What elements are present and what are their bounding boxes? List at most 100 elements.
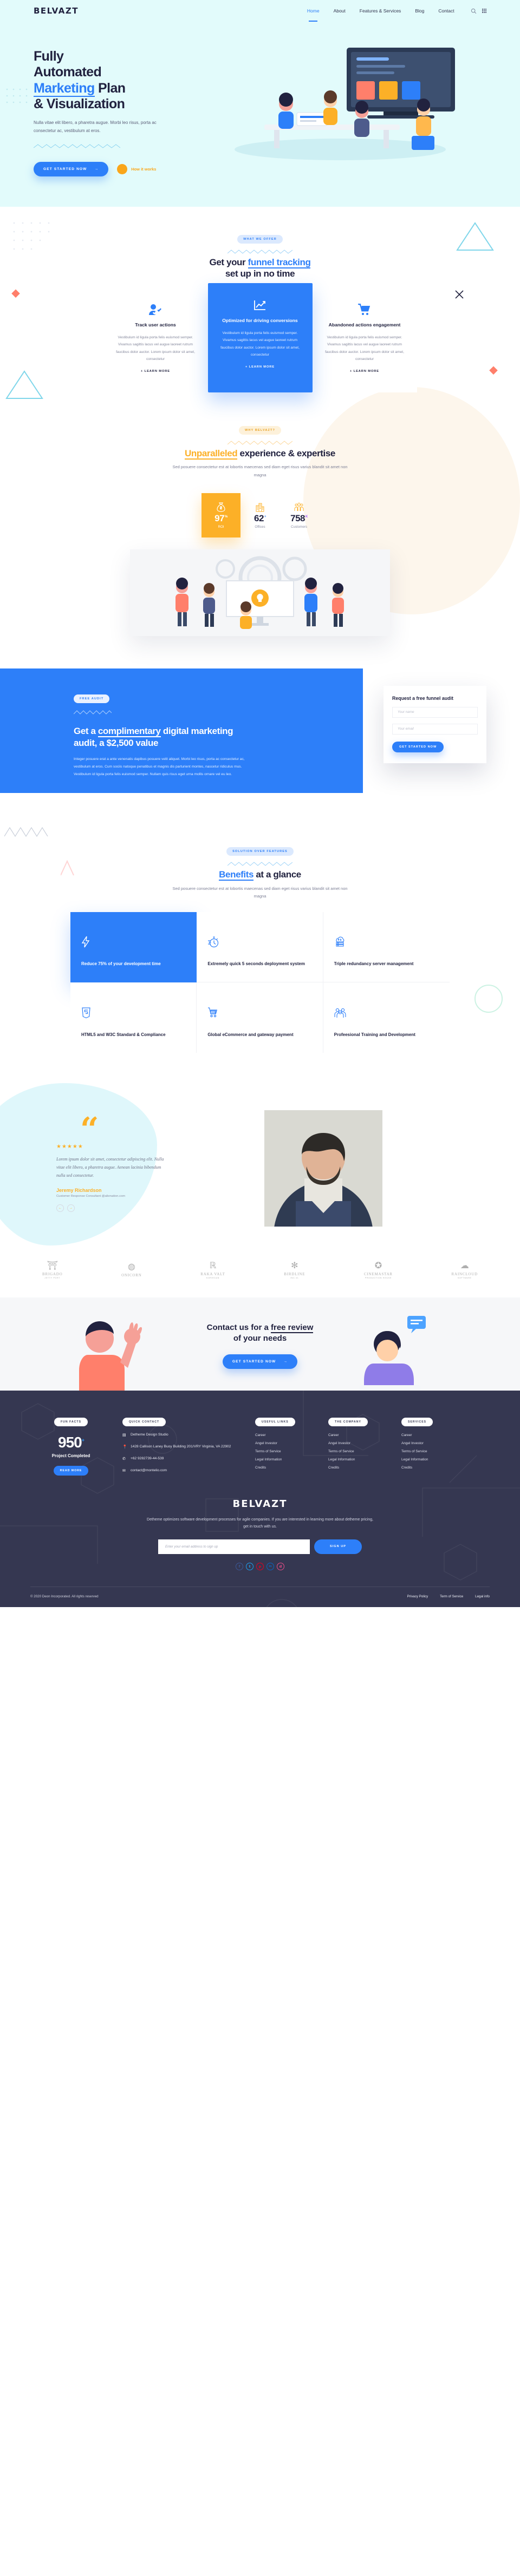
offer-card-title: Track user actions bbox=[135, 322, 176, 328]
offer-card-learn-more[interactable]: + LEARN MORE bbox=[219, 365, 302, 369]
offer-card-learn-more[interactable]: + LEARN MORE bbox=[323, 370, 406, 373]
nav-item-features-services[interactable]: Features & Services bbox=[360, 8, 401, 14]
audit-title-a: Get a bbox=[74, 725, 98, 736]
benefit-cell-html5-w3c[interactable]: HTML5 and W3C Standard & Compliance bbox=[70, 982, 197, 1053]
why-section: WHY BELVAZT? Unparalleled experience & e… bbox=[0, 386, 520, 636]
client-logos: ⛩ BRIGADO JETTY PORT ◍ ONICORN ℝ RAKA VA… bbox=[0, 1246, 520, 1297]
footer-link[interactable]: Angel Investor bbox=[255, 1441, 317, 1445]
testimonial-nav: ← → bbox=[56, 1204, 165, 1212]
benefit-title: Global eCommerce and gateway payment bbox=[207, 1032, 294, 1038]
audit-email-input[interactable]: Your email bbox=[392, 723, 478, 735]
search-icon[interactable] bbox=[471, 8, 477, 14]
footer-link[interactable]: Legal Information bbox=[328, 1458, 391, 1461]
hero-title-line2: Automated bbox=[34, 64, 102, 80]
how-it-works-link[interactable]: ▶ How it works bbox=[117, 163, 157, 174]
benefit-cell-ecommerce[interactable]: Global eCommerce and gateway payment bbox=[197, 982, 323, 1053]
testimonial-section: “ ★★★★★ Lorem ipsum dolor sit amet, cons… bbox=[0, 1083, 520, 1246]
quote-mark-icon: “ bbox=[80, 1111, 99, 1149]
footer-link[interactable]: Terms of Service bbox=[328, 1450, 391, 1453]
pinterest-icon[interactable]: p bbox=[256, 1562, 264, 1570]
team-illustration bbox=[130, 549, 390, 636]
arrow-left-icon[interactable]: ← bbox=[56, 1204, 64, 1212]
audit-title: Get a complimentary digital marketing au… bbox=[74, 725, 255, 749]
footer-link[interactable]: Legal Information bbox=[401, 1458, 464, 1461]
play-icon: ▶ bbox=[117, 163, 128, 174]
audit-body: Integer posuere erat a ante venenatis da… bbox=[74, 757, 245, 776]
newsletter-signup-button[interactable]: SIGN UP bbox=[314, 1539, 362, 1554]
nav-item-blog[interactable]: Blog bbox=[415, 8, 424, 14]
offer-card[interactable]: Abandoned actions engagement Vestibulum … bbox=[312, 292, 417, 392]
footer-link[interactable]: Angel Investor bbox=[328, 1441, 391, 1445]
hero-get-started-button[interactable]: GET STARTED NOW → bbox=[34, 161, 109, 176]
site-logo[interactable]: BELVAZT bbox=[34, 6, 79, 16]
footer-newsletter-area: BELVAZT Detheme optimizes software devel… bbox=[0, 1496, 520, 1587]
footer-link[interactable]: Credits bbox=[401, 1466, 464, 1470]
location-pin-icon: 📍 bbox=[122, 1445, 127, 1449]
offer-card-learn-more[interactable]: + LEARN MORE bbox=[114, 370, 197, 373]
arrow-right-icon[interactable]: → bbox=[67, 1204, 75, 1212]
birdline-mark-icon: ✻ bbox=[291, 1261, 298, 1271]
contact-email[interactable]: ✉ contact@montelio.com bbox=[122, 1468, 244, 1474]
offer-card[interactable]: Track user actions Vestibulum id ligula … bbox=[103, 292, 208, 392]
brigado-mark-icon: ⛩ bbox=[47, 1261, 58, 1271]
offer-card-featured[interactable]: Optimized for driving conversions Vestib… bbox=[207, 283, 313, 392]
footer-link[interactable]: Terms of Service bbox=[255, 1450, 317, 1453]
footer-link[interactable]: Terms of Service bbox=[401, 1450, 464, 1453]
facebook-icon[interactable]: f bbox=[236, 1562, 243, 1570]
stat-value: 758K bbox=[290, 513, 308, 523]
legal-info-link[interactable]: Legal info bbox=[475, 1595, 490, 1598]
footer-read-more-button[interactable]: READ MORE bbox=[53, 1465, 89, 1476]
html5-shield-icon bbox=[81, 1007, 185, 1019]
offer-title-accent: funnel tracking bbox=[248, 257, 311, 268]
contact-phone[interactable]: ✆ +62 9282739-44-539 bbox=[122, 1456, 244, 1462]
linkedin-icon[interactable]: in bbox=[266, 1562, 274, 1570]
benefit-cell-quick-deployment[interactable]: Extremely quick 5 seconds deployment sys… bbox=[197, 912, 323, 983]
dribbble-icon[interactable]: d bbox=[277, 1562, 284, 1570]
shopping-cart-icon bbox=[323, 304, 406, 316]
terms-of-service-link[interactable]: Term of Service bbox=[440, 1595, 463, 1598]
hero-title-line4: & Visualization bbox=[34, 96, 125, 112]
footer-link[interactable]: Angel Investor bbox=[401, 1441, 464, 1445]
team-icon bbox=[334, 1007, 439, 1018]
client-logo: ◍ ONICORN bbox=[121, 1263, 142, 1278]
buildings-icon bbox=[244, 502, 276, 512]
footer-link[interactable]: Legal Information bbox=[255, 1458, 317, 1461]
benefit-cell-training[interactable]: Profeesional Training and Development bbox=[323, 982, 450, 1053]
privacy-policy-link[interactable]: Privacy Policy bbox=[407, 1595, 428, 1598]
audit-name-input[interactable]: Your name bbox=[392, 706, 478, 718]
nav-item-contact[interactable]: Contact bbox=[438, 8, 454, 14]
benefit-title: Reduce 75% of your development time bbox=[81, 961, 161, 967]
audit-form-card: Request a free funnel audit Your name Yo… bbox=[384, 685, 486, 763]
benefit-cell-reduce-dev-time[interactable]: Reduce 75% of your development time bbox=[70, 912, 197, 983]
how-it-works-label: How it works bbox=[131, 166, 157, 172]
arrow-right-icon: → bbox=[283, 1359, 288, 1364]
client-name: CINEMASTAR bbox=[363, 1272, 393, 1277]
client-name: BRIGADO bbox=[42, 1272, 63, 1277]
twitter-icon[interactable]: t bbox=[246, 1562, 253, 1570]
nav-item-home[interactable]: Home bbox=[307, 8, 320, 14]
footer-link[interactable]: Career bbox=[401, 1433, 464, 1437]
footer-link[interactable]: Credits bbox=[255, 1466, 317, 1470]
footer-logo[interactable]: BELVAZT bbox=[0, 1498, 520, 1510]
offer-section: WHAT WE OFFER Get your funnel tracking s… bbox=[0, 207, 520, 399]
grid-menu-icon[interactable] bbox=[482, 8, 486, 14]
footer-link[interactable]: Career bbox=[328, 1433, 391, 1437]
footer-link[interactable]: Credits bbox=[328, 1466, 391, 1470]
client-logo: ✪ CINEMASTAR PRODUCTION HOUSE bbox=[363, 1262, 393, 1280]
phone-icon: ✆ bbox=[122, 1457, 126, 1461]
zigzag-divider-icon bbox=[227, 440, 292, 445]
audit-submit-button[interactable]: GET STARTED NOW bbox=[392, 741, 444, 752]
newsletter-email-input[interactable]: Enter your email address to sign up bbox=[158, 1539, 310, 1554]
footer-link[interactable]: Career bbox=[255, 1433, 317, 1437]
hero-illustration bbox=[205, 43, 486, 176]
zigzag-divider-icon bbox=[33, 143, 121, 148]
benefit-cell-triple-redundancy[interactable]: Triple redundancy server management bbox=[323, 912, 450, 983]
benefits-title-accent: Benefits bbox=[219, 869, 254, 881]
cta-get-started-button[interactable]: GET STARTED NOW → bbox=[222, 1354, 298, 1369]
nav-item-about[interactable]: About bbox=[334, 8, 346, 14]
why-title-accent: Unparalleled bbox=[185, 448, 238, 460]
client-name: RAKA VALT bbox=[200, 1272, 225, 1277]
contact-phone-text: +62 9282739-44-539 bbox=[131, 1456, 164, 1460]
envelope-icon: ✉ bbox=[122, 1469, 126, 1473]
client-name: ONICORN bbox=[121, 1273, 142, 1278]
